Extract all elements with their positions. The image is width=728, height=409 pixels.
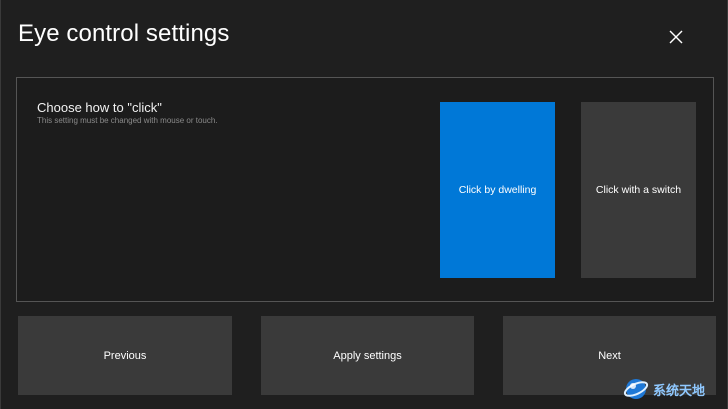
click-by-dwelling-option[interactable]: Click by dwelling bbox=[440, 102, 555, 278]
eye-control-settings-window: Eye control settings Choose how to "clic… bbox=[0, 0, 728, 409]
click-with-switch-label: Click with a switch bbox=[595, 184, 682, 196]
close-button[interactable] bbox=[661, 22, 691, 52]
globe-logo-icon bbox=[623, 379, 649, 399]
click-method-hint: This setting must be changed with mouse … bbox=[37, 116, 218, 125]
apply-settings-button[interactable]: Apply settings bbox=[261, 316, 474, 395]
next-button-label: Next bbox=[598, 349, 621, 362]
previous-button-label: Previous bbox=[103, 349, 147, 362]
window-title: Eye control settings bbox=[18, 20, 230, 47]
watermark-text: 系统天地 bbox=[653, 383, 706, 399]
apply-settings-button-label: Apply settings bbox=[333, 349, 402, 362]
click-by-dwelling-label: Click by dwelling bbox=[458, 184, 537, 196]
click-with-switch-option[interactable]: Click with a switch bbox=[581, 102, 696, 278]
click-method-heading: Choose how to "click" bbox=[37, 100, 162, 115]
close-icon bbox=[669, 30, 683, 44]
watermark: 系统天地 bbox=[623, 376, 705, 402]
click-method-panel: Choose how to "click" This setting must … bbox=[16, 77, 714, 302]
previous-button[interactable]: Previous bbox=[18, 316, 232, 395]
